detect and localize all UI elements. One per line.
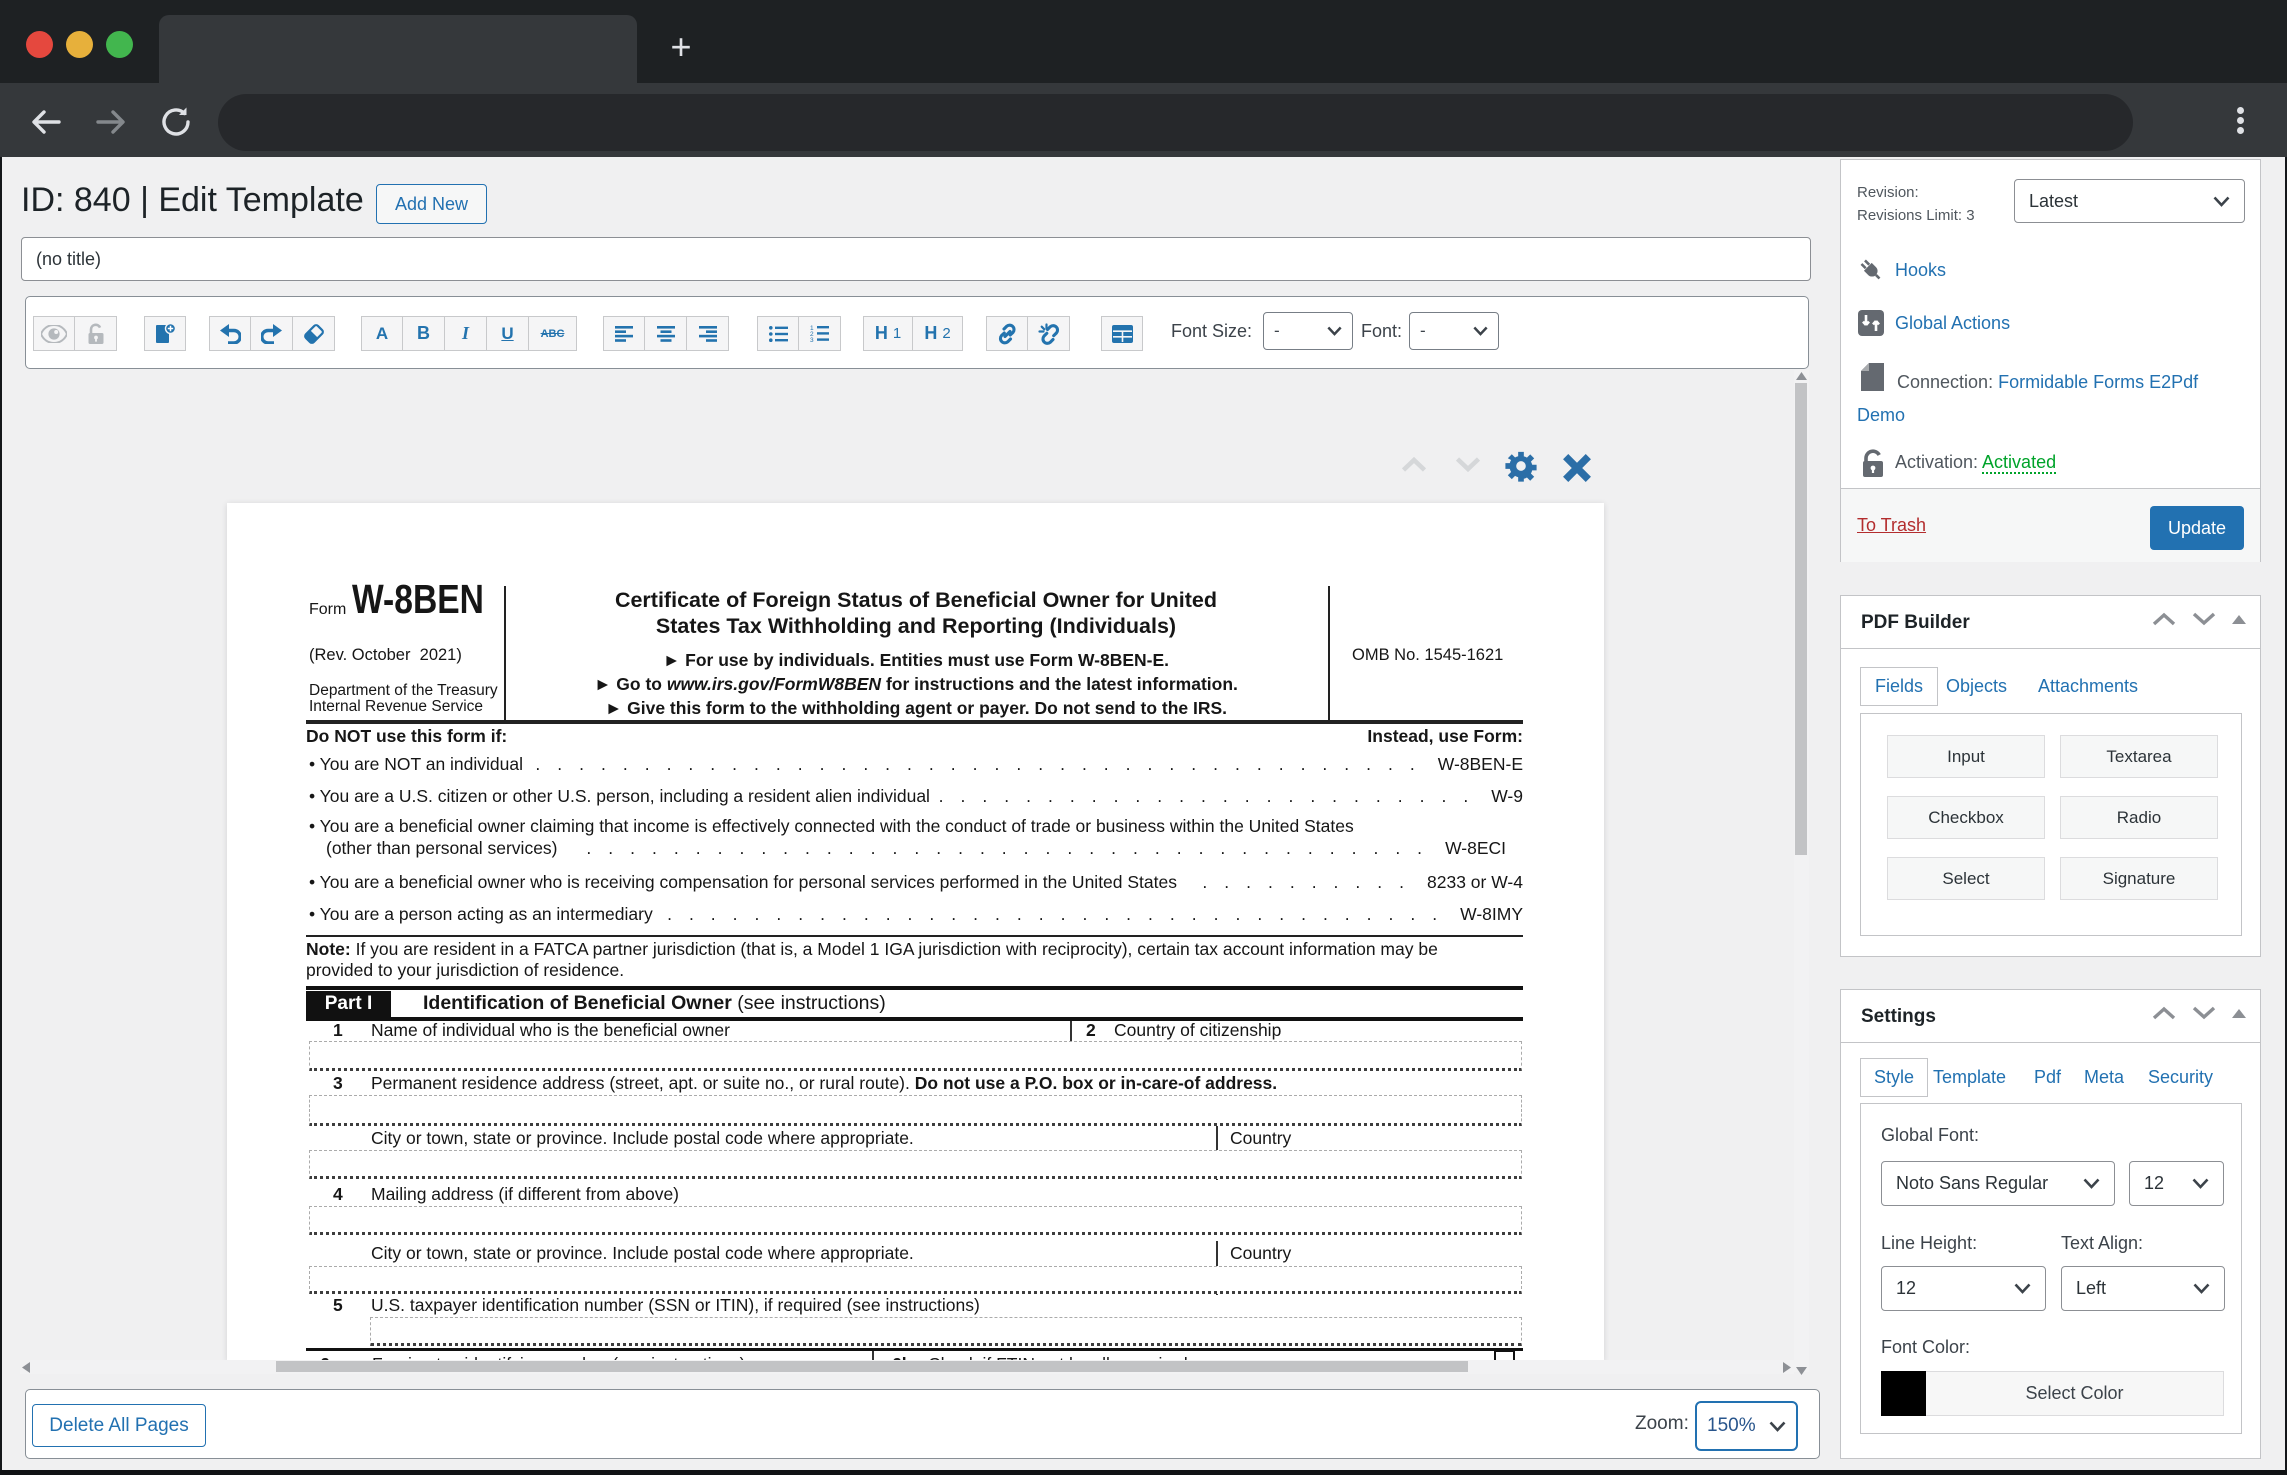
svg-text:3: 3 — [810, 337, 814, 342]
